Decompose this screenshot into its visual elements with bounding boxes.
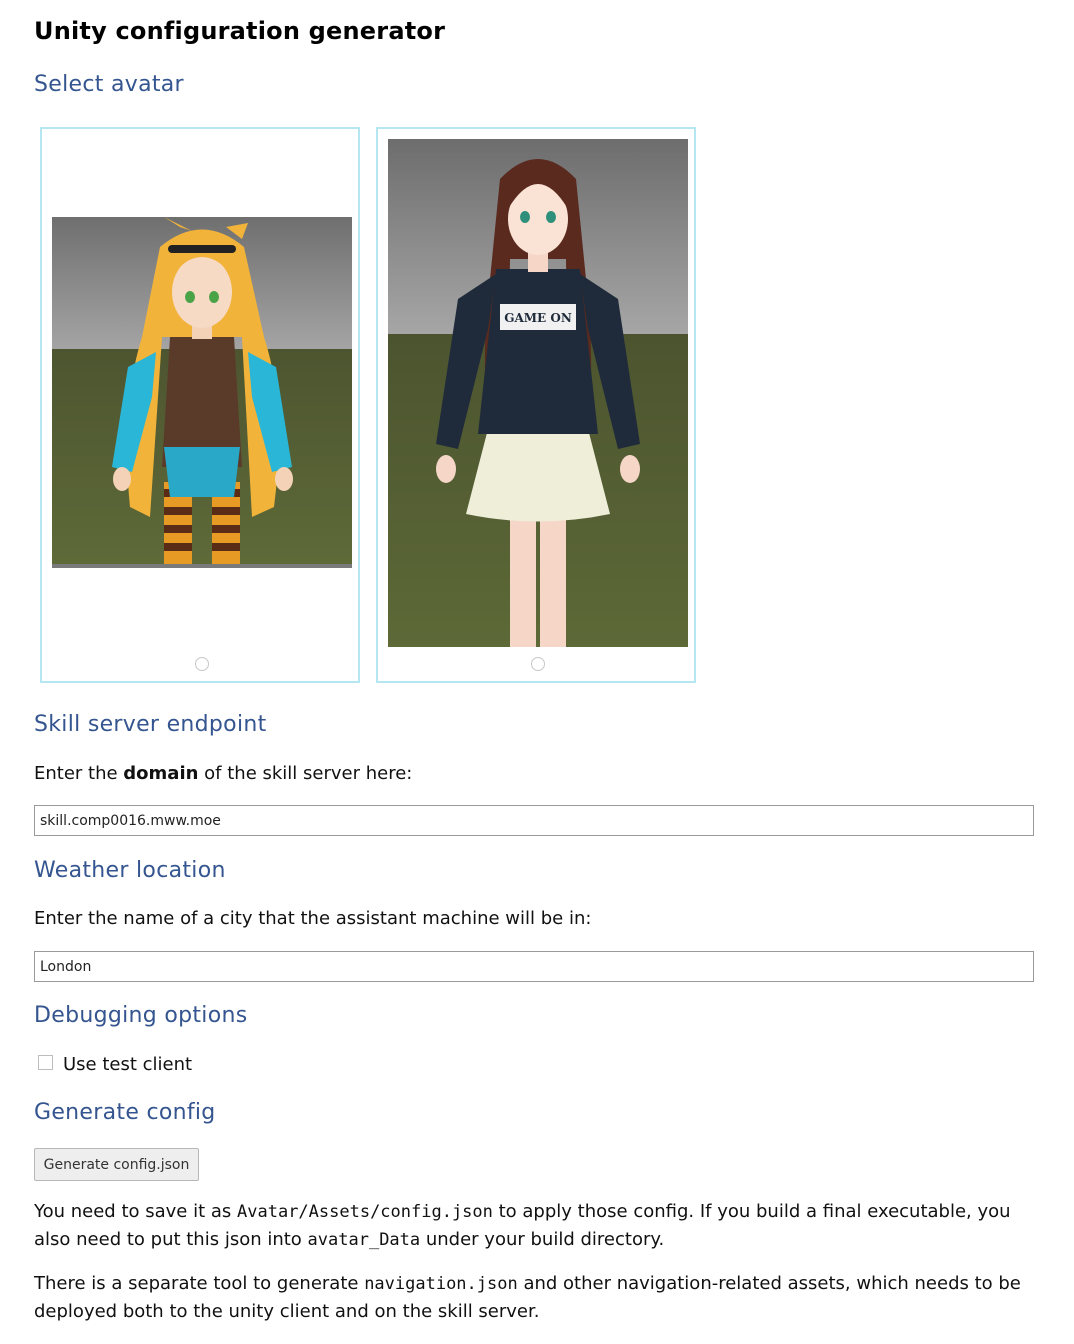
weather-location-heading: Weather location bbox=[34, 858, 226, 883]
navigation-json-code: navigation.json bbox=[364, 1274, 518, 1294]
select-avatar-heading: Select avatar bbox=[34, 72, 184, 97]
avatar-radio-2[interactable] bbox=[531, 657, 545, 671]
data-dir-code: avatar_Data bbox=[307, 1230, 421, 1250]
save-instructions: You need to save it as Avatar/Assets/con… bbox=[34, 1198, 1034, 1254]
use-test-client-checkbox[interactable] bbox=[38, 1055, 53, 1070]
prompt-text: Enter the bbox=[34, 763, 124, 784]
weather-city-input[interactable] bbox=[34, 951, 1034, 982]
page-title: Unity configuration generator bbox=[34, 17, 446, 45]
note-text: You need to save it as bbox=[34, 1201, 238, 1222]
navigation-tool-note: There is a separate tool to generate nav… bbox=[34, 1270, 1034, 1325]
prompt-bold-text: domain bbox=[123, 763, 199, 784]
prompt-text: of the skill server here: bbox=[198, 763, 413, 784]
generate-config-button[interactable]: Generate config.json bbox=[34, 1148, 199, 1181]
avatar-radio-1[interactable] bbox=[195, 657, 209, 671]
note-text: There is a separate tool to generate bbox=[34, 1273, 365, 1294]
note-text: under your build directory. bbox=[420, 1229, 665, 1250]
skill-server-heading: Skill server endpoint bbox=[34, 712, 267, 737]
skill-server-prompt: Enter the domain of the skill server her… bbox=[34, 760, 412, 787]
debugging-heading: Debugging options bbox=[34, 1003, 248, 1028]
config-path-code: Avatar/Assets/config.json bbox=[237, 1202, 493, 1222]
weather-prompt: Enter the name of a city that the assist… bbox=[34, 908, 592, 929]
avatar-card-1[interactable] bbox=[40, 127, 360, 683]
shirt-text: GAME ON bbox=[504, 311, 572, 325]
skill-server-input[interactable] bbox=[34, 805, 1034, 836]
anime-girl-hoodie-avatar-icon: GAME ON bbox=[388, 139, 688, 647]
avatar-card-2[interactable]: GAME ON bbox=[376, 127, 696, 683]
use-test-client-label[interactable]: Use test client bbox=[63, 1051, 192, 1078]
anime-girl-blonde-avatar-icon bbox=[52, 217, 352, 568]
generate-config-heading: Generate config bbox=[34, 1100, 216, 1125]
